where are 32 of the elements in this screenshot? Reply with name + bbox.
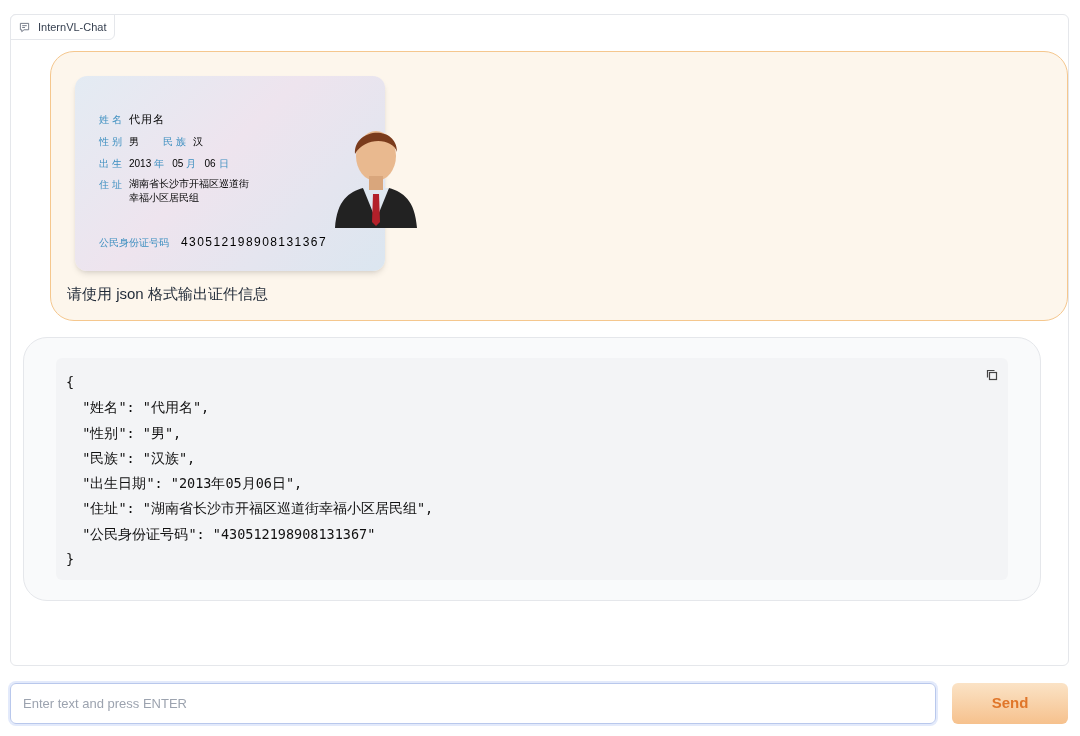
message-input[interactable]: Enter text and press ENTER xyxy=(10,683,936,724)
code-line: "公民身份证号码": "430512198908131367" xyxy=(81,524,376,544)
copy-icon[interactable] xyxy=(986,369,998,381)
field-value: 2013 xyxy=(129,156,152,171)
field-label: 年 xyxy=(154,156,165,171)
code-line: "性别": "男", xyxy=(81,423,182,443)
field-value: 06 xyxy=(204,156,216,171)
field-label: 民族 xyxy=(163,134,189,149)
send-button[interactable]: Send xyxy=(952,683,1068,724)
chat-icon xyxy=(19,21,30,33)
message-text: 请使用 json 格式输出证件信息 xyxy=(67,284,269,304)
field-label: 姓名 xyxy=(99,112,125,127)
field-value: 湖南省长沙市开福区巡道街 xyxy=(129,177,249,191)
field-label: 公民身份证号码 xyxy=(99,235,169,250)
code-line: "姓名": "代用名", xyxy=(81,398,210,418)
field-value: 男 xyxy=(129,134,140,149)
field-value: 05 xyxy=(172,156,184,171)
field-label: 日 xyxy=(218,156,229,171)
field-value: 幸福小区居民组 xyxy=(129,191,200,205)
panel-tab-label: InternVL-Chat xyxy=(10,14,116,40)
code-line: { xyxy=(66,373,75,392)
field-value: 汉 xyxy=(193,134,203,149)
field-label: 性别 xyxy=(99,134,125,149)
field-value: 代用名 xyxy=(129,111,166,127)
code-line: "出生日期": "2013年05月06日", xyxy=(81,474,303,494)
code-line: "住址": "湖南省长沙市开福区巡道街幸福小区居民组", xyxy=(81,499,434,519)
id-number: 430512198908131367 xyxy=(181,234,328,251)
code-line: } xyxy=(66,550,75,570)
field-label: 出生 xyxy=(99,156,125,171)
field-label: 月 xyxy=(186,156,197,171)
field-label: 住址 xyxy=(99,178,125,192)
code-line: "民族": "汉族", xyxy=(81,448,196,468)
